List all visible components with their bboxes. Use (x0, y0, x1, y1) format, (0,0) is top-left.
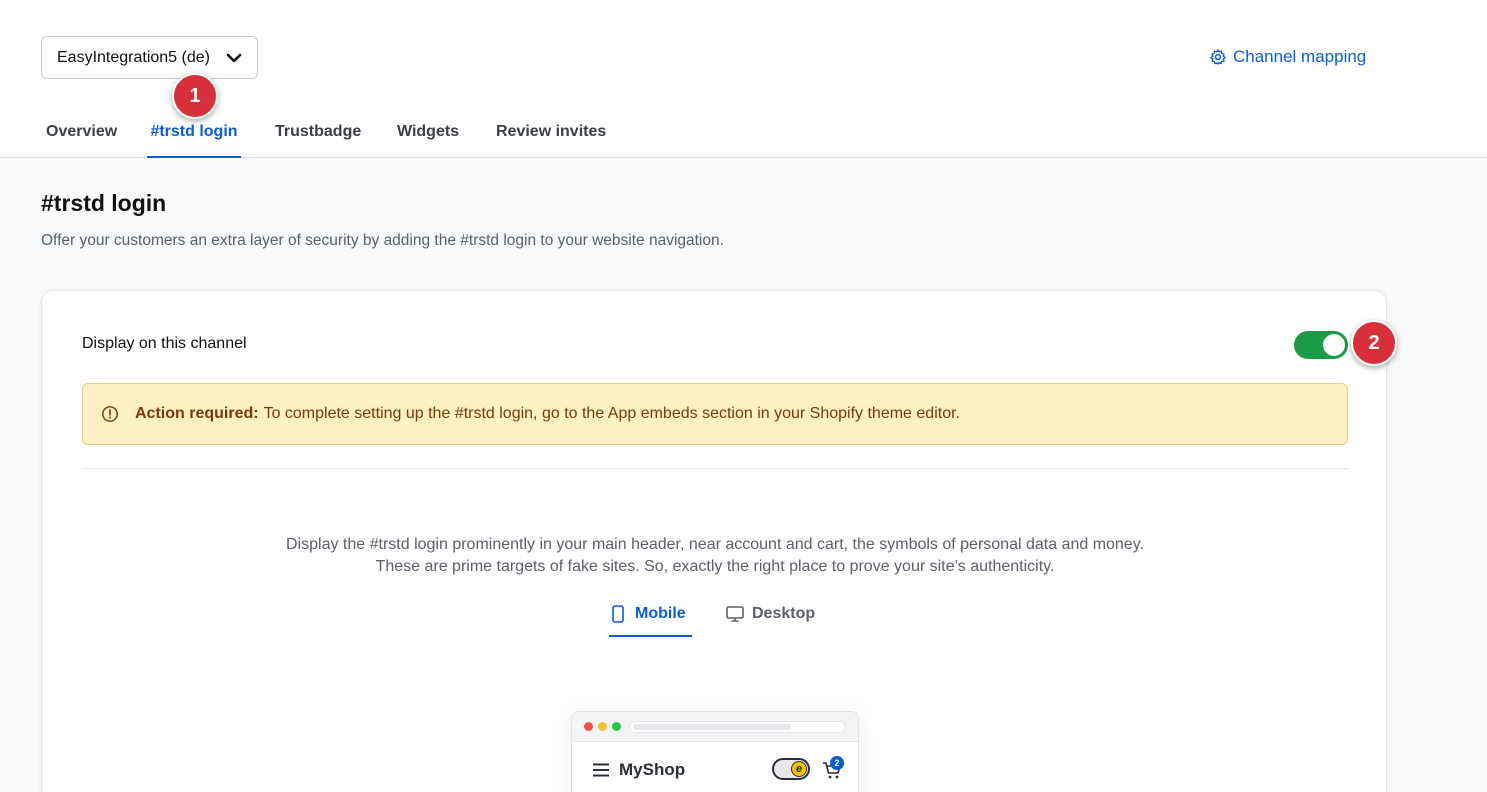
info-line-2: These are prime targets of fake sites. S… (375, 558, 1055, 575)
display-on-channel-label: Display on this channel (82, 335, 247, 352)
gear-icon (1210, 49, 1226, 65)
step-marker-1: 1 (172, 73, 218, 119)
action-required-alert: Action required: To complete setting up … (82, 383, 1348, 445)
maximize-dot (612, 722, 621, 731)
info-line-1: Display the #trstd login prominently in … (286, 536, 1144, 553)
tab-review-invites[interactable]: Review invites (496, 112, 606, 158)
tab-trustbadge[interactable]: Trustbadge (275, 112, 361, 158)
mobile-preview: MyShop e 2 (571, 711, 859, 792)
shop-header: MyShop e 2 (572, 742, 858, 792)
desktop-icon (726, 606, 744, 622)
info-text: Display the #trstd login prominently in … (42, 534, 1388, 578)
settings-card: Display on this channel Action required:… (41, 290, 1387, 792)
channel-mapping-label: Channel mapping (1233, 47, 1367, 66)
view-tabs: Mobile Desktop (42, 597, 1388, 637)
chevron-down-icon (226, 53, 242, 63)
display-toggle[interactable] (1294, 331, 1348, 359)
view-tab-mobile-label: Mobile (635, 605, 686, 622)
cart-count-badge: 2 (830, 756, 844, 770)
tab-overview[interactable]: Overview (46, 112, 117, 158)
page-title: #trstd login (41, 190, 167, 216)
toggle-knob (1323, 334, 1345, 356)
step-marker-2: 2 (1351, 320, 1397, 366)
tab-widgets[interactable]: Widgets (397, 112, 459, 158)
page-description: Offer your customers an extra layer of s… (41, 232, 724, 249)
browser-bar (572, 712, 858, 742)
channel-selector-label: EasyIntegration5 (de) (57, 48, 210, 66)
hamburger-menu-icon (593, 763, 609, 777)
minimize-dot (598, 722, 607, 731)
warning-circle-icon (102, 406, 118, 422)
view-tab-desktop-label: Desktop (752, 605, 816, 622)
channel-mapping-link[interactable]: Channel mapping (1209, 47, 1366, 67)
alert-text: To complete setting up the #trstd login,… (263, 405, 960, 422)
divider (82, 468, 1348, 469)
view-tab-desktop[interactable]: Desktop (726, 597, 826, 637)
close-dot (584, 722, 593, 731)
top-bar: EasyIntegration5 (de) Channel mapping Ov… (0, 0, 1487, 158)
alert-title: Action required: (135, 405, 259, 422)
trstd-badge-toggle: e (772, 758, 810, 780)
shop-name: MyShop (619, 760, 686, 779)
mobile-icon (612, 605, 624, 623)
trusted-shops-logo: e (791, 761, 807, 777)
channel-selector[interactable]: EasyIntegration5 (de) (41, 36, 258, 79)
view-tab-mobile[interactable]: Mobile (609, 597, 692, 637)
url-bar (629, 721, 846, 733)
